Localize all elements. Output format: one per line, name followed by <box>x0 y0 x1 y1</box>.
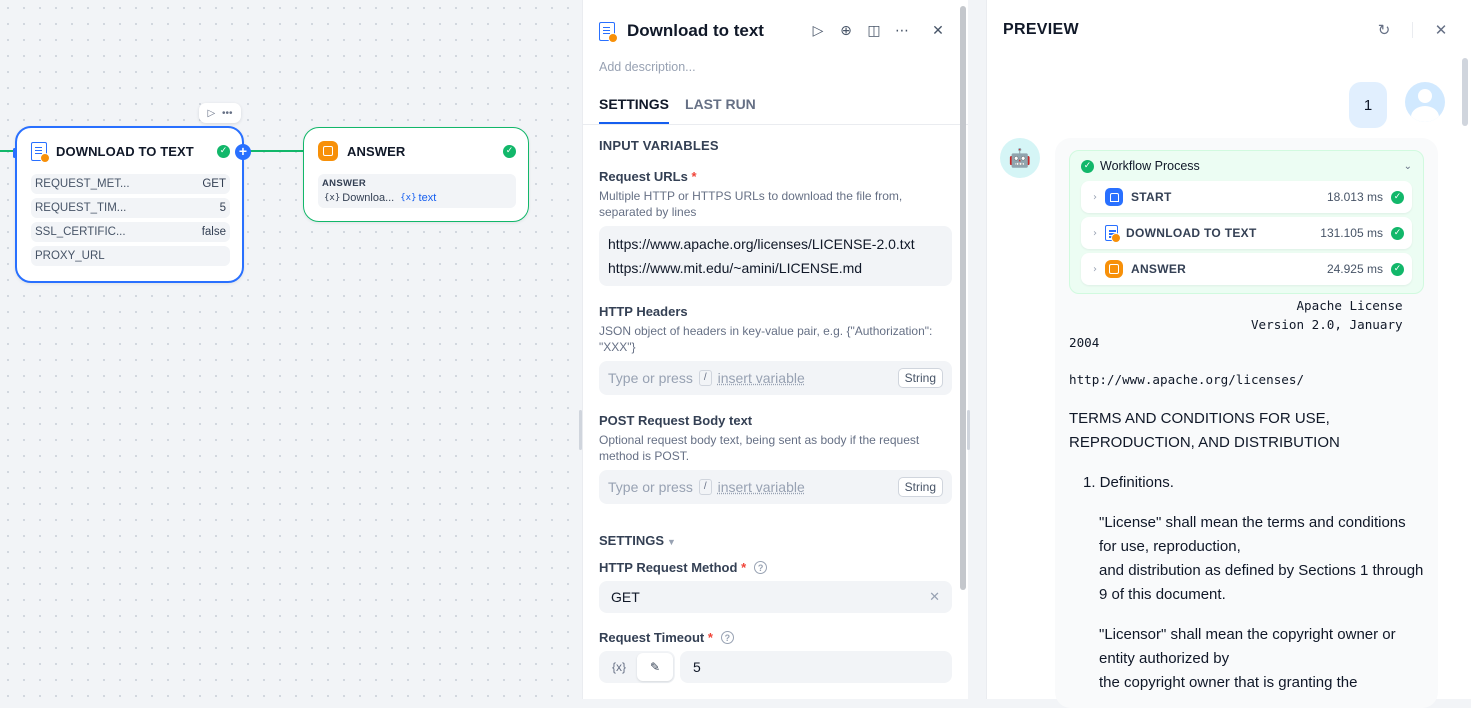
success-check-icon: ✓ <box>503 144 516 158</box>
document-icon <box>599 21 618 43</box>
panel-title[interactable]: Download to text <box>627 21 804 41</box>
more-icon[interactable]: ••• <box>222 108 233 119</box>
crosshair-icon[interactable]: ⊕ <box>832 23 860 39</box>
description-input[interactable]: Add description... <box>583 60 968 74</box>
edge-download-to-answer <box>250 150 304 152</box>
close-icon[interactable]: ✕ <box>1427 21 1455 39</box>
resize-handle[interactable] <box>967 410 970 450</box>
chevron-down-icon[interactable]: ⌄ <box>1404 161 1412 172</box>
tab-settings[interactable]: SETTINGS <box>599 96 670 124</box>
input-handle[interactable] <box>13 148 16 158</box>
field-label: POST Request Body text <box>599 413 753 428</box>
node-toolbar: ▷ ••• <box>199 103 241 123</box>
node-title: DOWNLOAD TO TEXT <box>56 143 194 159</box>
field-help: Multiple HTTP or HTTPS URLs to download … <box>599 189 903 219</box>
node-title: ANSWER <box>347 143 406 159</box>
workflow-step[interactable]: › START 18.013 ms ✓ <box>1081 181 1412 213</box>
resize-handle[interactable] <box>579 410 582 450</box>
definitions-item: 1. Definitions. <box>1083 474 1174 491</box>
param-row: REQUEST_TIM... 5 <box>31 198 230 218</box>
user-avatar <box>1405 82 1445 122</box>
success-check-icon: ✓ <box>1081 159 1094 173</box>
input-mode-toggle: {x} ✎ <box>599 651 675 683</box>
success-check-icon: ✓ <box>1391 262 1404 276</box>
field-label: HTTP Headers <box>599 304 688 319</box>
field-label: Request URLs * <box>599 169 697 184</box>
variable-icon: {x} <box>400 193 417 203</box>
field-help: Optional request body text, being sent a… <box>599 433 920 463</box>
workflow-process[interactable]: ✓ Workflow Process ⌄ › START 18.013 ms ✓… <box>1069 150 1424 294</box>
scrollbar[interactable] <box>960 6 966 590</box>
clear-icon[interactable]: ✕ <box>929 589 940 605</box>
http-headers-input[interactable]: Type or press / insert variable String <box>599 361 952 395</box>
close-icon[interactable]: ✕ <box>924 23 952 39</box>
book-icon[interactable]: ◫ <box>860 23 888 39</box>
timeout-input[interactable]: 5 <box>680 651 952 683</box>
param-row: REQUEST_MET... GET <box>31 174 230 194</box>
bot-avatar-icon: 🤖 <box>1000 138 1040 178</box>
type-badge: String <box>897 477 943 497</box>
answer-variable: ANSWER {x} Downloa... {x} text <box>318 174 516 208</box>
post-body-input[interactable]: Type or press / insert variable String <box>599 470 952 504</box>
node-settings-panel: Download to text ▷ ⊕ ◫ ⋯ ✕ Add descripti… <box>579 0 968 699</box>
edit-mode-icon[interactable]: ✎ <box>637 653 673 681</box>
add-next-node-icon[interactable]: + <box>235 144 251 160</box>
variable-icon: {x} <box>324 193 341 203</box>
definition-paragraph: "Licensor" shall mean the copyright owne… <box>1099 626 1396 691</box>
answer-icon <box>318 141 338 161</box>
user-message: 1 <box>1349 82 1387 128</box>
workflow-canvas[interactable]: ▷ ••• DOWNLOAD TO TEXT ✓ + REQUEST_MET..… <box>0 0 582 699</box>
more-icon[interactable]: ⋯ <box>888 23 916 39</box>
tab-last-run[interactable]: LAST RUN <box>685 96 756 124</box>
answer-node[interactable]: ANSWER ✓ ANSWER {x} Downloa... {x} text <box>303 127 529 222</box>
param-row: SSL_CERTIFIC... false <box>31 222 230 242</box>
help-icon[interactable]: ? <box>720 631 734 644</box>
document-icon <box>1105 225 1121 243</box>
param-row: PROXY_URL <box>31 246 230 266</box>
document-icon <box>31 141 50 163</box>
run-node-icon[interactable]: ▷ <box>207 108 215 119</box>
home-icon <box>1105 188 1123 206</box>
license-url: http://www.apache.org/licenses/ <box>1069 371 1305 387</box>
chevron-right-icon: › <box>1093 191 1097 203</box>
section-title: INPUT VARIABLES <box>599 138 719 153</box>
download-to-text-node[interactable]: DOWNLOAD TO TEXT ✓ + REQUEST_MET... GET R… <box>13 126 251 283</box>
run-icon[interactable]: ▷ <box>804 23 832 39</box>
success-check-icon: ✓ <box>1391 226 1404 240</box>
workflow-step[interactable]: › DOWNLOAD TO TEXT 131.105 ms ✓ <box>1081 217 1412 249</box>
answer-icon <box>1105 260 1123 278</box>
success-check-icon: ✓ <box>1391 190 1404 204</box>
success-check-icon: ✓ <box>217 144 230 158</box>
type-badge: String <box>897 368 943 388</box>
panel-gap <box>967 0 986 699</box>
workflow-step[interactable]: › ANSWER 24.925 ms ✓ <box>1081 253 1412 285</box>
field-label: Request Timeout *? <box>599 630 952 645</box>
chevron-right-icon: › <box>1093 227 1097 239</box>
terms-heading: TERMS AND CONDITIONS FOR USE, REPRODUCTI… <box>1069 410 1340 451</box>
variable-mode-icon[interactable]: {x} <box>601 653 637 681</box>
answer-card: ✓ Workflow Process ⌄ › START 18.013 ms ✓… <box>1055 138 1438 708</box>
field-label: HTTP Request Method *? <box>599 560 952 575</box>
http-method-select[interactable]: GET ✕ <box>599 581 952 613</box>
preview-panel: PREVIEW ↻ ✕ 1 🤖 ✓ Workflow Process ⌄ › S… <box>986 0 1471 708</box>
field-help: JSON object of headers in key-value pair… <box>599 324 933 354</box>
preview-title: PREVIEW <box>1003 21 1079 38</box>
chevron-right-icon: › <box>1093 263 1097 275</box>
tabs: SETTINGS LAST RUN <box>583 96 968 125</box>
request-urls-input[interactable]: https://www.apache.org/licenses/LICENSE-… <box>599 226 952 286</box>
caret-down-icon: ▼ <box>667 537 676 547</box>
license-header: Apache License Version 2.0, January 2004 <box>1069 298 1403 350</box>
scrollbar[interactable] <box>1462 58 1468 126</box>
definition-paragraph: "License" shall mean the terms and condi… <box>1099 514 1424 603</box>
refresh-icon[interactable]: ↻ <box>1370 21 1398 39</box>
help-icon[interactable]: ? <box>754 561 768 574</box>
settings-collapse[interactable]: SETTINGS ▼ <box>599 533 952 548</box>
